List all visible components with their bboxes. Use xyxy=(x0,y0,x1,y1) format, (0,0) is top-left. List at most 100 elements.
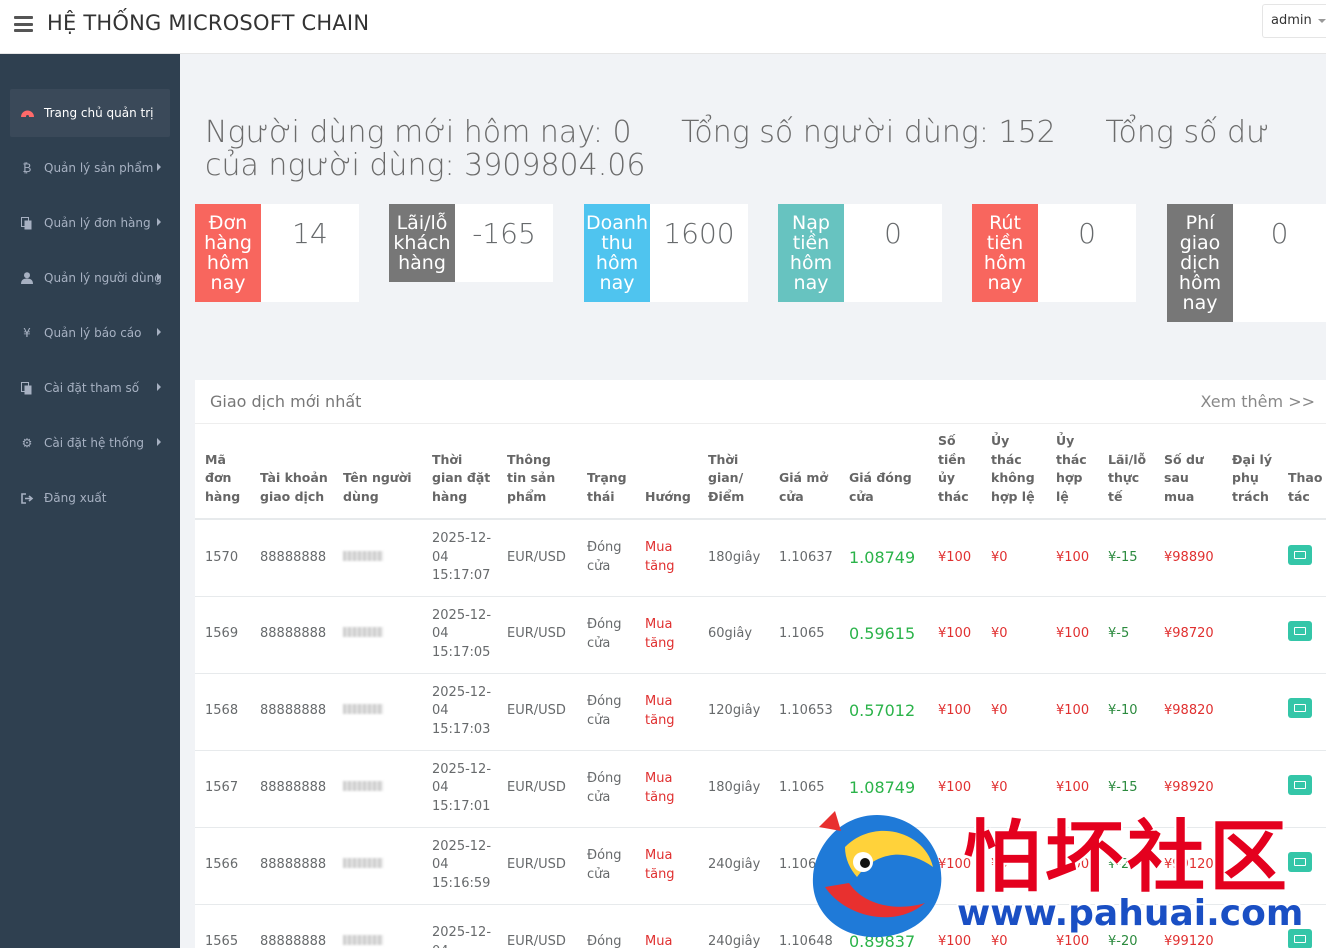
stat-total-users: Tổng số người dùng: 152 xyxy=(681,115,1056,150)
card-label: Rút tiền hôm nay xyxy=(972,204,1038,302)
account-cell: 88888888 xyxy=(250,750,333,828)
sidebar-item-dashboard[interactable]: Trang chủ quản trị xyxy=(10,89,170,137)
blurred-username xyxy=(343,627,383,638)
user-icon xyxy=(19,271,35,285)
duration-cell: 240giây xyxy=(698,827,769,905)
watermark: 怕坏社区 www.pahuai.com xyxy=(805,795,1325,948)
column-header: Thao tác xyxy=(1278,424,1326,520)
watermark-url: www.pahuai.com xyxy=(957,893,1304,934)
order-time-cell: 2025-12-04 15:17:01 xyxy=(422,750,497,828)
watermark-chinese-text: 怕坏社区 xyxy=(963,813,1292,903)
sidebar-item-reports[interactable]: ¥ Quản lý báo cáo xyxy=(10,309,170,357)
valid-amount-cell: ¥100 xyxy=(1046,673,1098,751)
status-cell: Đóng xyxy=(577,904,635,948)
order-id-cell: 1566 xyxy=(195,827,250,905)
chevron-right-icon xyxy=(157,438,161,446)
product-cell: EUR/USD xyxy=(497,904,577,948)
amount-cell: ¥100 xyxy=(928,596,981,674)
detail-button[interactable] xyxy=(1288,544,1312,565)
card-revenue-today: Doanh thu hôm nay 1600 xyxy=(584,204,748,302)
sign-out-icon xyxy=(19,491,35,505)
card-value: 0 xyxy=(1270,217,1289,250)
sidebar-item-orders[interactable]: Quản lý đơn hàng xyxy=(10,199,170,247)
order-time-cell: 2025-12-04 15:16:59 xyxy=(422,827,497,905)
username-cell-blurred xyxy=(333,673,422,751)
sidebar-item-label: Đăng xuất xyxy=(44,491,107,505)
table-row: 1569 88888888 2025-12-04 15:17:05 EUR/US… xyxy=(195,596,1326,674)
invalid-amount-cell: ¥0 xyxy=(981,519,1046,597)
product-cell: EUR/USD xyxy=(497,673,577,751)
product-cell: EUR/USD xyxy=(497,596,577,674)
cogs-icon: ⚙ xyxy=(21,436,33,450)
sidebar-item-system-settings[interactable]: ⚙ Cài đặt hệ thống xyxy=(10,419,170,467)
order-id-cell: 1565 xyxy=(195,904,250,948)
order-id-cell: 1569 xyxy=(195,596,250,674)
sidebar-item-users[interactable]: Quản lý người dùng xyxy=(10,254,170,302)
agent-cell xyxy=(1222,596,1278,674)
duration-cell: 180giây xyxy=(698,750,769,828)
pnl-cell: ¥-10 xyxy=(1098,673,1154,751)
blurred-username xyxy=(343,781,383,792)
sidebar: Trang chủ quản trị ₿ Quản lý sản phẩm Qu… xyxy=(0,54,180,948)
amount-cell: ¥100 xyxy=(928,673,981,751)
sidebar-item-products[interactable]: ₿ Quản lý sản phẩm xyxy=(10,144,170,192)
status-cell: Đóng cửa xyxy=(577,519,635,597)
status-cell: Đóng cửa xyxy=(577,750,635,828)
sidebar-item-label: Quản lý sản phẩm xyxy=(44,161,154,175)
duration-cell: 180giây xyxy=(698,519,769,597)
account-cell: 88888888 xyxy=(250,596,333,674)
balance-cell: ¥98890 xyxy=(1154,519,1222,597)
column-header: Mã đơn hàng xyxy=(195,424,250,520)
caret-down-icon xyxy=(1317,18,1326,23)
order-id-cell: 1570 xyxy=(195,519,250,597)
detail-button[interactable] xyxy=(1288,775,1312,796)
product-cell: EUR/USD xyxy=(497,750,577,828)
chevron-right-icon xyxy=(157,273,161,281)
balance-cell: ¥98720 xyxy=(1154,596,1222,674)
column-header: Thời gian/ Điểm xyxy=(698,424,769,520)
direction-cell: Mua tăng xyxy=(635,596,698,674)
card-value: 1600 xyxy=(663,217,735,250)
invalid-amount-cell: ¥0 xyxy=(981,673,1046,751)
detail-button[interactable] xyxy=(1288,621,1312,642)
sidebar-item-parameters[interactable]: Cài đặt tham số xyxy=(10,364,170,412)
account-cell: 88888888 xyxy=(250,673,333,751)
app-title: HỆ THỐNG MICROSOFT CHAIN xyxy=(47,11,370,35)
direction-cell: Mua tăng xyxy=(635,750,698,828)
card-orders-today: Đơn hàng hôm nay 14 xyxy=(195,204,359,302)
column-header: Tên người dùng xyxy=(333,424,422,520)
close-price-cell: 0.59615 xyxy=(839,596,928,674)
card-label: Doanh thu hôm nay xyxy=(584,204,650,302)
chevron-right-icon xyxy=(157,383,161,391)
order-id-cell: 1568 xyxy=(195,673,250,751)
open-price-cell: 1.10653 xyxy=(769,673,839,751)
close-price-cell: 0.57012 xyxy=(839,673,928,751)
status-cell: Đóng cửa xyxy=(577,673,635,751)
panel-title: Giao dịch mới nhất xyxy=(210,392,362,411)
column-header: Tài khoản giao dịch xyxy=(250,424,333,520)
detail-button[interactable] xyxy=(1288,698,1312,719)
card-withdraw-today: Rút tiền hôm nay 0 xyxy=(972,204,1136,302)
top-bar: HỆ THỐNG MICROSOFT CHAIN admin xyxy=(0,0,1326,54)
agent-cell xyxy=(1222,519,1278,597)
sidebar-item-logout[interactable]: Đăng xuất xyxy=(10,474,170,522)
card-value: -165 xyxy=(472,217,536,250)
column-header: Thời gian đặt hàng xyxy=(422,424,497,520)
valid-amount-cell: ¥100 xyxy=(1046,519,1098,597)
blurred-username xyxy=(343,704,383,715)
see-more-link[interactable]: Xem thêm >> xyxy=(1201,392,1316,411)
order-time-cell: 2025-12-04 15:17:03 xyxy=(422,673,497,751)
card-label: Đơn hàng hôm nay xyxy=(195,204,261,302)
chevron-right-icon xyxy=(157,328,161,336)
open-price-cell: 1.1065 xyxy=(769,596,839,674)
card-deposit-today: Nạp tiền hôm nay 0 xyxy=(778,204,942,302)
menu-toggle-icon[interactable] xyxy=(14,16,33,32)
column-header: Giá mở cửa xyxy=(769,424,839,520)
direction-cell: Mua tăng xyxy=(635,827,698,905)
column-header: Thông tin sản phẩm xyxy=(497,424,577,520)
panel-header: Giao dịch mới nhất Xem thêm >> xyxy=(195,380,1326,424)
sidebar-item-label: Trang chủ quản trị xyxy=(44,106,154,120)
user-menu-dropdown[interactable]: admin xyxy=(1262,4,1326,38)
dashboard-icon xyxy=(19,106,35,120)
action-cell xyxy=(1278,519,1326,597)
